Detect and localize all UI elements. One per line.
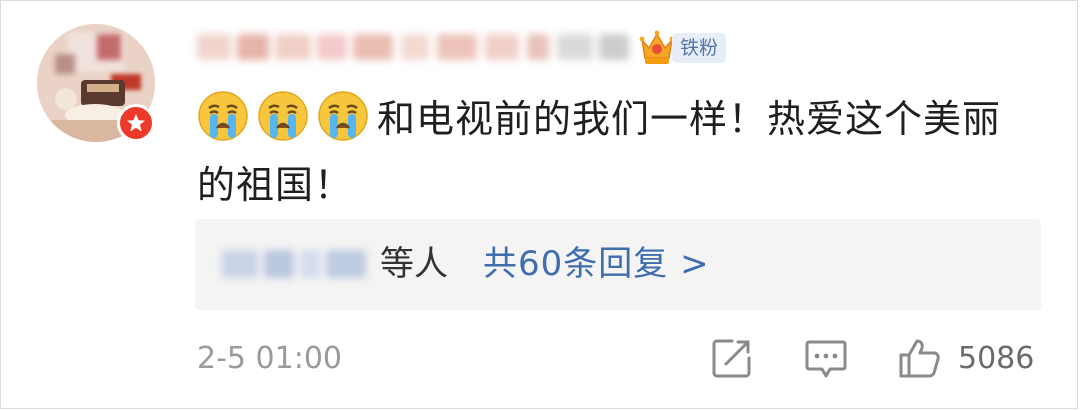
fan-tag[interactable]: 铁粉 [638,27,727,69]
crying-face-icon [318,91,368,141]
crying-face-icon [258,91,308,141]
like-count: 5086 [958,341,1035,376]
share-icon[interactable] [710,336,754,380]
crown-icon [639,30,675,64]
comment-body: 和电视前的我们一样！热爱这个美丽的祖国！ [197,86,1027,218]
verified-badge [117,104,155,142]
view-replies-link[interactable]: 共60条回复 > [483,241,710,287]
comment-icon[interactable] [804,336,848,380]
thumbs-up-icon[interactable] [898,336,942,380]
replier-names[interactable] [222,247,372,281]
username[interactable] [197,30,629,64]
replies-box[interactable]: 等人 共60条回复 > [195,219,1041,310]
fan-badge-label: 铁粉 [672,33,727,63]
star-icon [127,114,145,132]
crying-face-icon [198,91,248,141]
replies-suffix: 等人 [380,244,448,284]
timestamp: 2-5 01:00 [197,341,342,376]
